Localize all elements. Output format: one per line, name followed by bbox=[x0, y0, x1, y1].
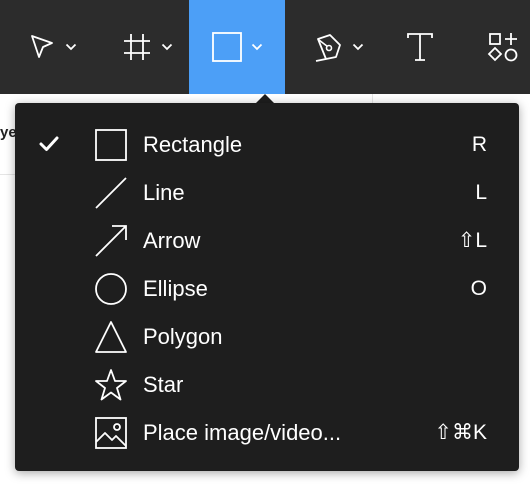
chevron-down-icon[interactable] bbox=[65, 43, 77, 51]
arrow-icon bbox=[94, 224, 128, 258]
menu-item-label: Rectangle bbox=[143, 132, 243, 157]
menu-item-label: Arrow bbox=[143, 228, 201, 253]
menu-item-star[interactable]: Star bbox=[15, 360, 519, 408]
checkmark-icon bbox=[37, 132, 61, 156]
menu-item-polygon[interactable]: Polygon bbox=[15, 312, 519, 360]
pen-tool-button[interactable] bbox=[298, 0, 378, 94]
rectangle-icon bbox=[211, 31, 243, 63]
star-icon bbox=[94, 368, 128, 402]
text-tool-button[interactable] bbox=[396, 0, 444, 94]
menu-item-ellipse[interactable]: Ellipse O bbox=[15, 264, 519, 312]
text-icon bbox=[405, 31, 435, 63]
menu-item-label: Place image/video... bbox=[143, 420, 342, 445]
menu-item-label: Line bbox=[143, 180, 185, 205]
chevron-down-icon[interactable] bbox=[251, 43, 263, 51]
pen-icon bbox=[312, 31, 344, 63]
rectangle-icon bbox=[94, 128, 128, 162]
menu-caret bbox=[256, 94, 274, 103]
chevron-down-icon[interactable] bbox=[352, 43, 364, 51]
menu-item-rectangle[interactable]: Rectangle R bbox=[15, 120, 519, 168]
menu-item-shortcut: O bbox=[470, 277, 487, 300]
menu-item-shortcut: R bbox=[471, 133, 487, 156]
menu-item-label: Polygon bbox=[143, 324, 223, 349]
menu-item-shortcut: ⇧L bbox=[457, 229, 487, 252]
menu-item-label: Star bbox=[143, 372, 184, 397]
menu-item-arrow[interactable]: Arrow ⇧L bbox=[15, 216, 519, 264]
polygon-icon bbox=[94, 320, 128, 354]
frame-icon bbox=[121, 31, 153, 63]
resources-tool-button[interactable] bbox=[476, 0, 530, 94]
menu-item-line[interactable]: Line L bbox=[15, 168, 519, 216]
menu-item-shortcut: ⇧⌘K bbox=[434, 421, 487, 444]
shape-dropdown-menu: Rectangle R Line L Arrow ⇧L Ellipse O Po… bbox=[15, 103, 519, 471]
app-window: ye Rectangle R Line L Arrow ⇧L Ellipse O… bbox=[0, 0, 530, 486]
top-toolbar bbox=[0, 0, 530, 94]
line-icon bbox=[94, 176, 128, 210]
menu-item-shortcut: L bbox=[475, 181, 487, 204]
resources-icon bbox=[487, 31, 519, 63]
ellipse-icon bbox=[94, 272, 128, 306]
menu-item-label: Ellipse bbox=[143, 276, 208, 301]
shape-tool-button[interactable] bbox=[189, 0, 285, 94]
chevron-down-icon[interactable] bbox=[161, 43, 173, 51]
image-icon bbox=[94, 416, 128, 450]
cursor-icon bbox=[27, 32, 57, 62]
frame-tool-button[interactable] bbox=[108, 0, 186, 94]
menu-item-place-image[interactable]: Place image/video... ⇧⌘K bbox=[15, 408, 519, 456]
move-tool-button[interactable] bbox=[14, 0, 90, 94]
